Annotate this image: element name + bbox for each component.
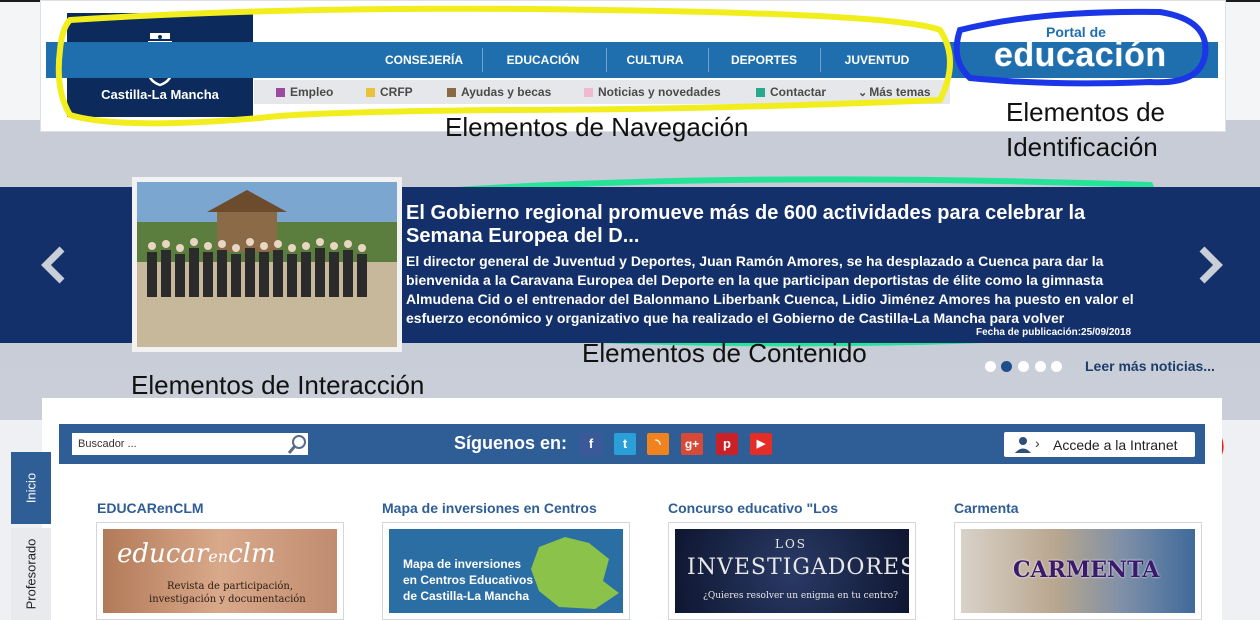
carmenta-banner: CARMENTA [961, 529, 1195, 613]
banner-subtitle-2: investigación y documentación [149, 594, 306, 605]
card-mapa-inversiones[interactable]: Mapa de inversiones en Centros Educativo… [382, 522, 630, 620]
banner-word-2: en [208, 547, 229, 566]
google-plus-icon[interactable]: g+ [681, 433, 703, 455]
banner-word-1: educar [117, 539, 209, 569]
contactar-color-square [756, 88, 765, 97]
follow-label: Síguenos en: [454, 433, 568, 453]
tab-label: Profesorado [23, 538, 39, 610]
subnav-item-mas-temas[interactable]: ⌄ Más temas [858, 80, 931, 104]
subnav-label: CRFP [380, 85, 413, 99]
logo-text: Castilla-La Mancha [101, 87, 219, 102]
card-title-educarenclm[interactable]: EDUCARenCLM [97, 500, 204, 516]
news-date: Fecha de publicación:25/09/2018 [976, 327, 1132, 338]
annotation-navigation: Elementos de Navegación [445, 112, 749, 142]
intranet-button[interactable]: › Accede a la Intranet [1004, 432, 1195, 457]
tab-profesorado[interactable]: Profesorado [11, 528, 51, 620]
empleo-color-square [276, 88, 285, 97]
portal-educacion-logo[interactable]: Portal de educación [990, 20, 1190, 82]
search-icon[interactable] [287, 433, 309, 455]
annotation-interaction: Elementos de Interacción [131, 370, 425, 400]
nav-item-consejeria[interactable]: CONSEJERÍA [364, 42, 484, 78]
youtube-icon[interactable]: ▶ [750, 433, 772, 455]
mapa-line-2: en Centros Educativos [403, 573, 534, 587]
carmenta-text: CARMENTA [1013, 557, 1160, 583]
chevron-down-icon: ⌄ [858, 87, 868, 99]
mapa-line-3: de Castilla-La Mancha [403, 589, 530, 603]
subnav-item-contactar[interactable]: Contactar [756, 80, 826, 104]
mapa-banner: Mapa de inversiones en Centros Educativo… [389, 529, 623, 613]
nav-item-deportes[interactable]: DEPORTES [708, 42, 820, 78]
noticias-color-square [584, 88, 593, 97]
subnav-item-empleo[interactable]: Empleo [276, 80, 333, 104]
card-carmenta[interactable]: CARMENTA [954, 522, 1202, 620]
news-headline[interactable]: El Gobierno regional promueve más de 600… [406, 202, 1126, 248]
search-input[interactable] [72, 433, 308, 455]
carousel-dot-5[interactable] [1051, 361, 1062, 372]
nav-item-educacion[interactable]: EDUCACIÓN [484, 42, 602, 78]
twitter-icon[interactable]: t [614, 433, 636, 455]
carousel-dot-4[interactable] [1035, 361, 1046, 372]
news-summary: El director general de Juventud y Deport… [406, 253, 1134, 326]
crfp-color-square [366, 88, 375, 97]
investigadores-banner: LOS INVESTIGADORES ¿Quieres resolver un … [675, 529, 909, 613]
subnav-item-noticias[interactable]: Noticias y novedades [584, 80, 721, 104]
annotation-identification-1: Elementos de [1006, 97, 1165, 127]
annotation-identification-2: Identificación [1006, 132, 1158, 162]
carousel-dot-3[interactable] [1018, 361, 1029, 372]
subnav-label: Ayudas y becas [461, 85, 552, 99]
annotation-content: Elementos de Contenido [582, 338, 867, 368]
rss-icon[interactable]: ◝ [647, 433, 669, 455]
carousel-prev-icon[interactable] [38, 245, 68, 285]
user-icon [1015, 437, 1031, 453]
chevron-right-icon: › [1035, 435, 1040, 451]
carousel-dot-2[interactable] [1001, 361, 1012, 372]
facebook-icon[interactable]: f [580, 433, 602, 455]
intranet-label: Accede a la Intranet [1053, 437, 1178, 453]
card-title-mapa[interactable]: Mapa de inversiones en Centros [382, 500, 597, 516]
ayudas-color-square [447, 88, 456, 97]
banner-subtitle-1: Revista de participación, [167, 581, 294, 592]
news-photo [137, 182, 397, 347]
tab-label: Inicio [23, 472, 39, 504]
subnav-label: Contactar [770, 85, 827, 99]
subnav-label: Más temas [869, 85, 931, 99]
secondary-navigation-bar: Empleo CRFP Ayudas y becas Noticias y no… [254, 80, 950, 104]
educarenclm-banner: educarenclm Revista de participación, in… [103, 529, 337, 613]
subnav-label: Empleo [290, 85, 334, 99]
nav-item-juventud[interactable]: JUVENTUD [820, 42, 934, 78]
investigadores-line-2: INVESTIGADORES [687, 555, 909, 580]
carousel-next-icon[interactable] [1196, 245, 1226, 285]
card-title-concurso[interactable]: Concurso educativo "Los [668, 500, 838, 516]
nav-item-cultura[interactable]: CULTURA [598, 42, 712, 78]
investigadores-line-1: LOS [775, 537, 808, 551]
subnav-label: Noticias y novedades [598, 85, 721, 99]
subnav-item-crfp[interactable]: CRFP [366, 80, 413, 104]
mapa-line-1: Mapa de inversiones [403, 557, 522, 571]
carousel-dot-1[interactable] [985, 361, 996, 372]
subnav-item-ayudas[interactable]: Ayudas y becas [447, 80, 551, 104]
nav-separator [482, 48, 483, 72]
banner-text: educarenclm [117, 539, 276, 569]
pinterest-icon[interactable]: p [716, 433, 738, 455]
tab-inicio[interactable]: Inicio [11, 452, 51, 524]
card-educarenclm[interactable]: educarenclm Revista de participación, in… [96, 522, 344, 620]
portal-title: educación [994, 36, 1167, 74]
more-news-link[interactable]: Leer más noticias... [1085, 358, 1215, 374]
banner-word-3: clm [228, 539, 276, 569]
card-title-carmenta[interactable]: Carmenta [954, 500, 1019, 516]
card-concurso[interactable]: LOS INVESTIGADORES ¿Quieres resolver un … [668, 522, 916, 620]
news-image[interactable] [132, 177, 402, 352]
investigadores-line-3: ¿Quieres resolver un enigma en tu centro… [703, 591, 898, 601]
